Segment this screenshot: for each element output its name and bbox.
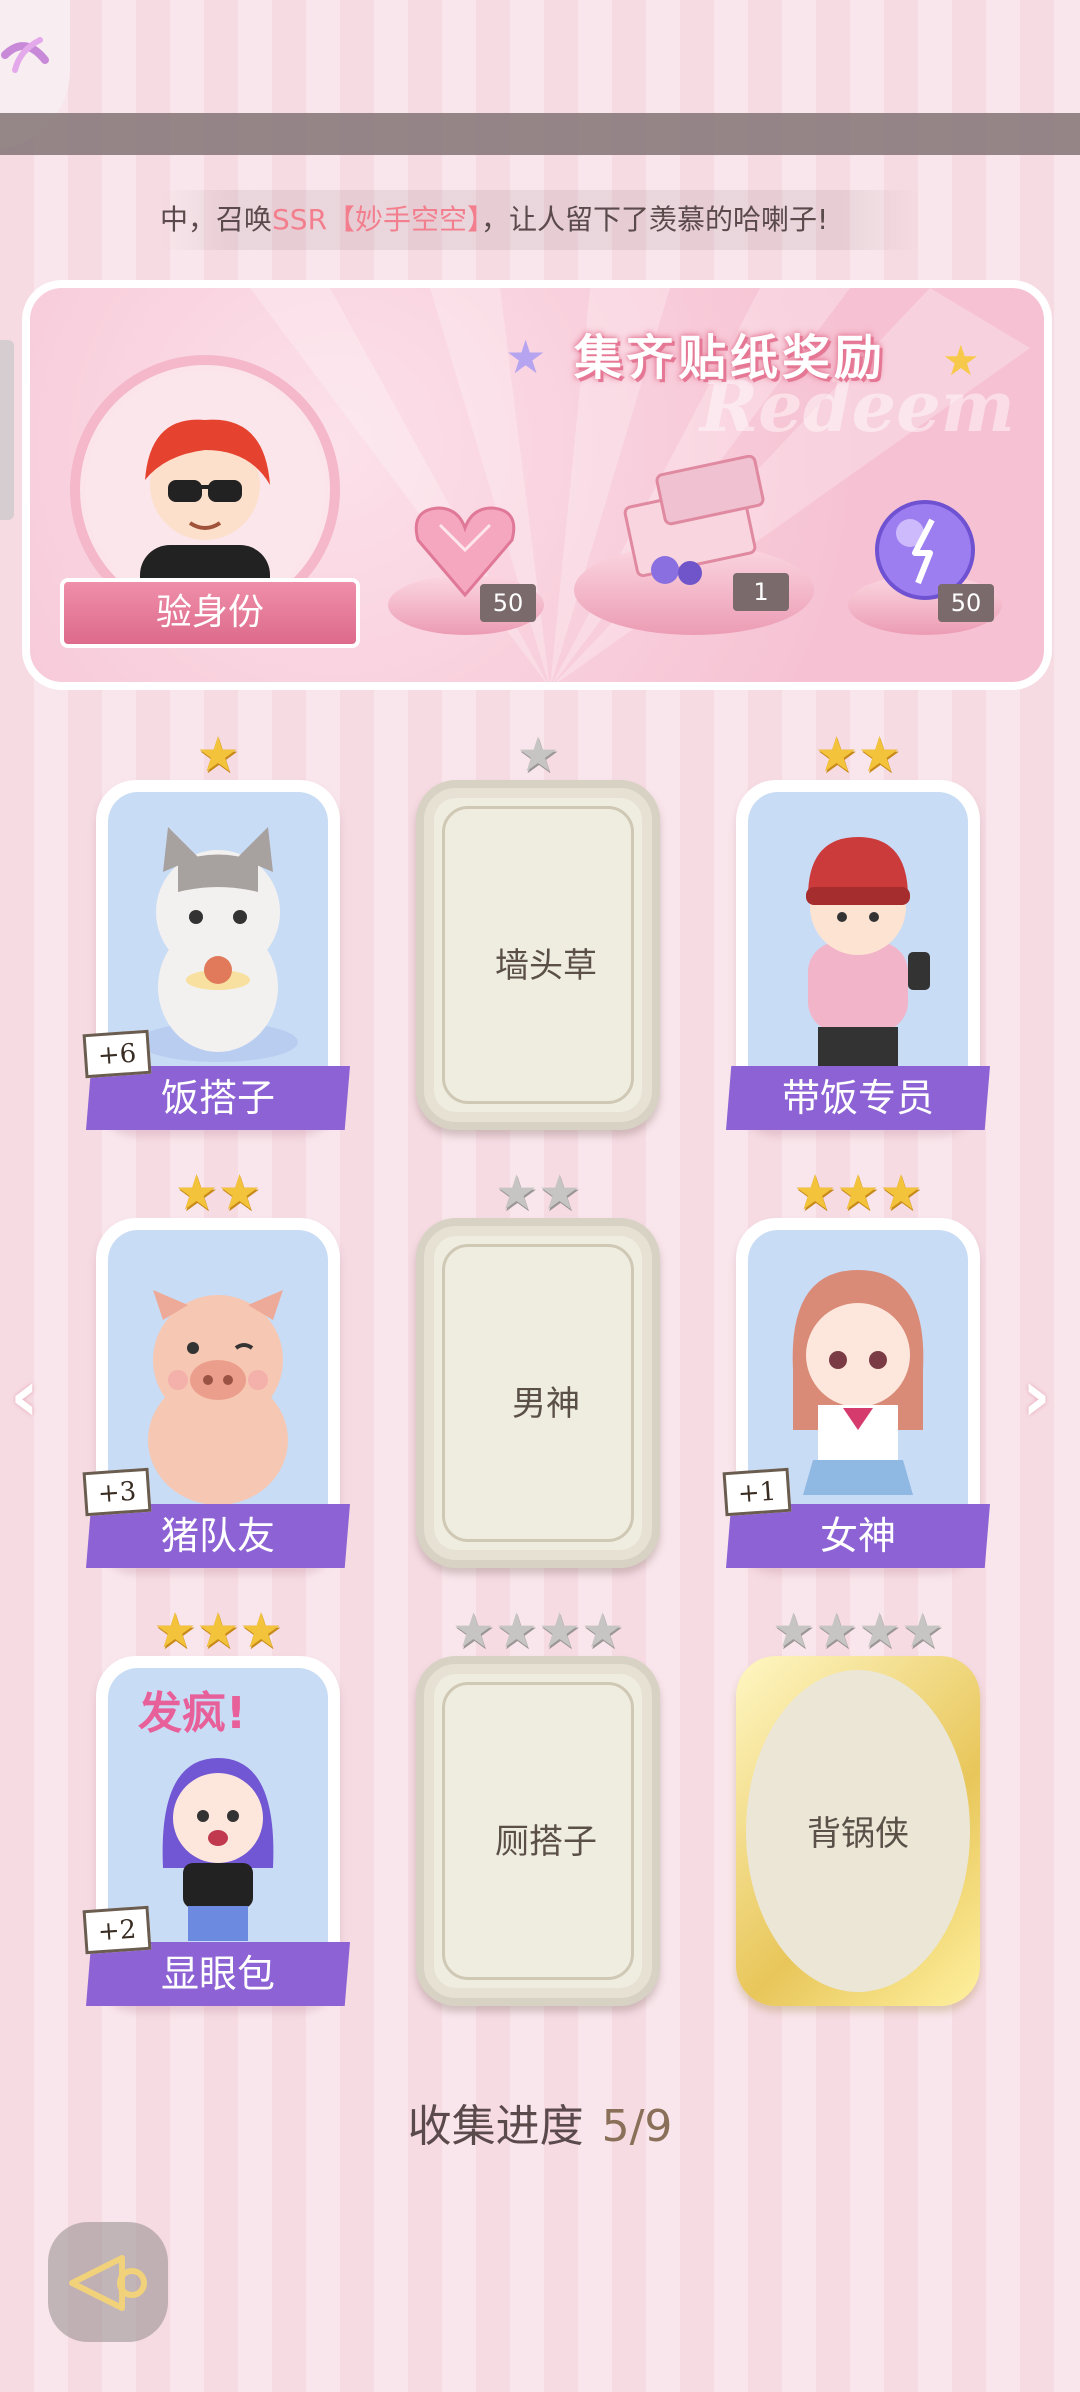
top-bar	[0, 113, 1080, 155]
card-stars: ★★	[806, 730, 910, 780]
locked-card-name: 背锅侠	[807, 1814, 909, 1854]
star-icon: ★	[814, 727, 858, 783]
card-stars: ★	[192, 730, 244, 780]
svg-text:发疯!: 发疯!	[138, 1688, 246, 1739]
chevron-left-icon[interactable]: ‹	[10, 1355, 39, 1437]
card-stars: ★★	[166, 1168, 270, 1218]
star-icon: ★	[494, 1165, 538, 1221]
locked-card-name: 男神	[512, 1384, 580, 1424]
card-name-label: 女神	[726, 1504, 990, 1568]
star-icon: ★	[239, 1603, 283, 1659]
card-stars: ★	[512, 730, 564, 780]
sticker-card[interactable]: 背锅侠	[736, 1656, 980, 2006]
card-stars: ★★★	[140, 1606, 296, 1656]
banner-title: 集齐贴纸奖励	[573, 330, 886, 386]
reward-qty-3: 50	[938, 584, 994, 622]
reward-qty-2: 1	[733, 573, 789, 611]
card-stars: ★★★★	[434, 1606, 642, 1656]
star-icon: ★	[538, 1165, 582, 1221]
card-name-label: 带饭专员	[726, 1066, 990, 1130]
star-icon: ★	[858, 1603, 902, 1659]
verify-identity-button[interactable]: 验身份	[60, 578, 360, 648]
star-icon: ★	[538, 1603, 582, 1659]
locked-card-name: 墙头草	[495, 946, 597, 986]
back-button[interactable]	[48, 2222, 168, 2342]
card-name-label: 猪队友	[86, 1504, 350, 1568]
star-icon: ★	[451, 1603, 495, 1659]
card-name-label: 显眼包	[86, 1942, 350, 2006]
star-icon: ★	[814, 1603, 858, 1659]
duplicate-count-badge: +3	[82, 1467, 152, 1517]
star-icon: ★	[858, 727, 902, 783]
star-icon: ★	[581, 1603, 625, 1659]
star-icon: ★	[879, 1165, 923, 1221]
sticker-card[interactable]: 墙头草	[416, 780, 660, 1130]
back-icon	[69, 2255, 147, 2311]
star-icon: ★	[516, 727, 560, 783]
ticker-prefix: 中，召唤	[160, 203, 273, 236]
card-name-label: 饭搭子	[86, 1066, 350, 1130]
collection-progress: 收集进度 5/9	[0, 2090, 1080, 2154]
star-icon: ★	[196, 1603, 240, 1659]
star-icon: ★	[793, 1165, 837, 1221]
duplicate-count-badge: +6	[82, 1029, 152, 1079]
reward-qty-1: 50	[480, 584, 536, 622]
menu-icon	[1, 37, 49, 73]
duplicate-count-badge: +2	[82, 1905, 152, 1955]
star-icon: ★	[836, 1165, 880, 1221]
star-icon: ★	[494, 1603, 538, 1659]
card-stars: ★★★	[780, 1168, 936, 1218]
sticker-card[interactable]: 男神	[416, 1218, 660, 1568]
locked-card-name: 厕搭子	[495, 1822, 597, 1862]
star-icon: ★	[174, 1165, 218, 1221]
card-stars: ★★	[486, 1168, 590, 1218]
chevron-right-icon[interactable]: ›	[1022, 1355, 1051, 1437]
ticker-suffix: ，让人留下了羡慕的哈喇子!	[481, 203, 829, 236]
star-icon: ★	[771, 1603, 815, 1659]
girl-phone-icon	[748, 792, 968, 1092]
star-icon: ★	[196, 727, 240, 783]
side-drawer-tab[interactable]	[0, 340, 14, 520]
star-icon: ★	[218, 1165, 262, 1221]
progress-label: 收集进度	[407, 2101, 584, 2152]
ticker-highlight: SSR【妙手空空】	[272, 203, 482, 236]
star-icon: ★	[153, 1603, 197, 1659]
star-icon: ★	[901, 1603, 945, 1659]
sticker-card[interactable]: 厕搭子	[416, 1656, 660, 2006]
progress-value: 5/9	[601, 2101, 673, 2152]
card-stars: ★★★★	[754, 1606, 962, 1656]
announcement-ticker: 中，召唤SSR【妙手空空】，让人留下了羡慕的哈喇子!	[160, 190, 920, 250]
duplicate-count-badge: +1	[722, 1467, 792, 1517]
